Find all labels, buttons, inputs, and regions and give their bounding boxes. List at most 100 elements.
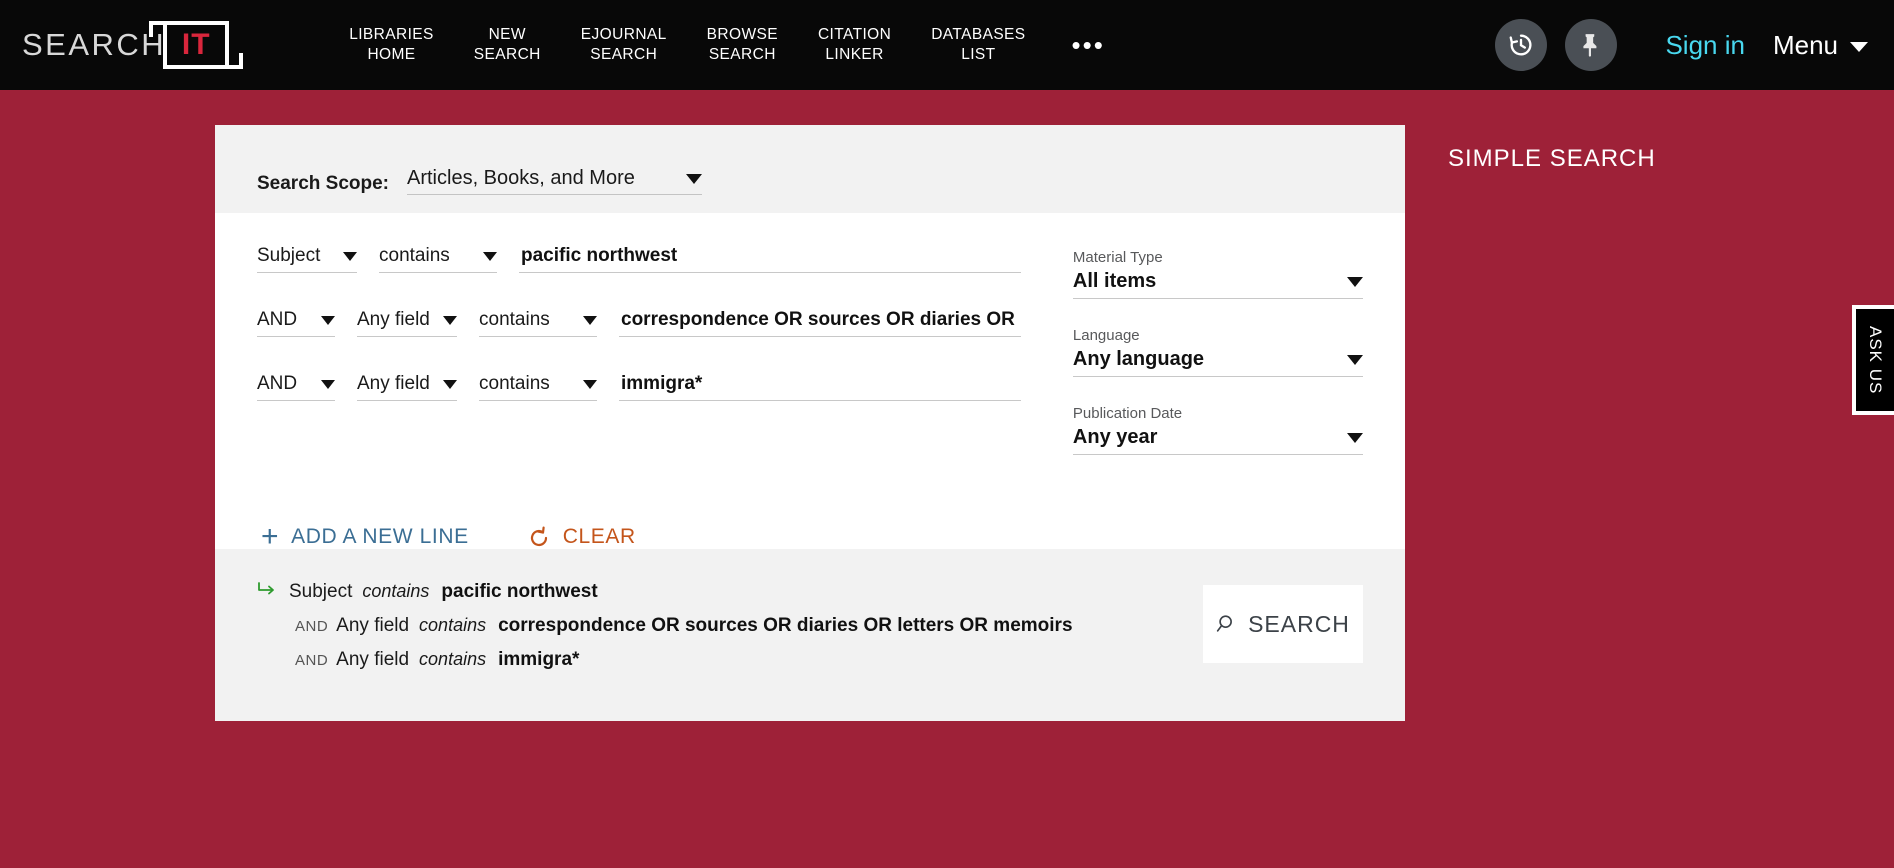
row3-field-select[interactable]: Any field <box>357 373 457 401</box>
facet-material-type-row: All items <box>1072 270 1363 299</box>
header-right-actions: Sign in Menu <box>1495 0 1894 90</box>
search-button-label: SEARCH <box>1248 610 1350 637</box>
row3-boolean-select[interactable]: AND <box>257 373 335 401</box>
logo-mark: IT <box>181 28 211 61</box>
search-row-2: AND Any field contains <box>257 309 1021 337</box>
search-row-1: Subject contains <box>257 245 1021 273</box>
row2-query-input[interactable] <box>619 309 1021 337</box>
main-nav: LIBRARIES HOME NEW SEARCH EJOURNAL SEARC… <box>329 0 1131 90</box>
facet-material-type[interactable]: Material Type All items <box>1072 249 1363 299</box>
plus-icon: + <box>261 520 280 553</box>
chevron-down-icon <box>1347 354 1363 365</box>
ask-us-label: ASK US <box>1866 325 1885 395</box>
facet-material-type-label: Material Type <box>1072 249 1163 266</box>
facet-publication-date-row: Any year <box>1072 426 1363 455</box>
chevron-down-icon <box>583 379 597 389</box>
logo-word: SEARCH <box>22 27 167 62</box>
simple-search-link[interactable]: SIMPLE SEARCH <box>1448 145 1656 173</box>
query-summary-line-3: AND Any field contains immigra* <box>257 649 1203 671</box>
clear-label: CLEAR <box>562 525 636 548</box>
summary-1-operator: contains <box>362 581 430 601</box>
row3-operator-select[interactable]: contains <box>479 373 597 401</box>
row3-field-value: Any field <box>357 373 430 394</box>
logo-bar-right <box>239 53 244 69</box>
row1-operator-select[interactable]: contains <box>379 245 497 273</box>
logo-mark-box: IT <box>149 21 244 69</box>
chevron-down-icon <box>443 379 457 389</box>
facet-publication-date-label: Publication Date <box>1072 405 1183 422</box>
search-actions: + ADD A NEW LINE CLEAR <box>215 520 1405 553</box>
row1-operator-value: contains <box>379 245 450 266</box>
chevron-down-icon <box>321 379 335 389</box>
search-scope-bar: Search Scope: Articles, Books, and More <box>215 125 1405 213</box>
row1-query-input[interactable] <box>519 245 1021 273</box>
magnifier-icon <box>1216 615 1233 632</box>
nav-item-databases-list[interactable]: DATABASES LIST <box>911 25 1045 65</box>
summary-2-boolean: AND <box>295 618 329 635</box>
query-summary-lines: Subject contains pacific northwest AND A… <box>257 579 1203 683</box>
chevron-down-icon <box>1850 42 1868 52</box>
facet-language-row: Any language <box>1072 348 1363 377</box>
nav-item-new-search[interactable]: NEW SEARCH <box>454 25 561 65</box>
summary-2-field: Any field <box>336 615 410 636</box>
row2-field-select[interactable]: Any field <box>357 309 457 337</box>
row2-operator-select[interactable]: contains <box>479 309 597 337</box>
row3-operator-value: contains <box>479 373 550 394</box>
undo-arrow-icon <box>527 525 551 549</box>
row3-query-input[interactable] <box>619 373 1021 401</box>
search-row-3: AND Any field contains <box>257 373 1021 401</box>
nav-item-libraries-home[interactable]: LIBRARIES HOME <box>329 25 454 65</box>
row2-boolean-select[interactable]: AND <box>257 309 335 337</box>
facet-language[interactable]: Language Any language <box>1072 327 1363 377</box>
chevron-down-icon <box>443 315 457 325</box>
facet-material-type-value: All items <box>1072 270 1157 292</box>
summary-3-field: Any field <box>336 649 410 670</box>
nav-item-ejournal-search[interactable]: EJOURNAL SEARCH <box>561 25 687 65</box>
summary-3-value: immigra* <box>498 649 580 670</box>
chevron-down-icon <box>686 173 702 184</box>
row2-field-value: Any field <box>357 309 430 330</box>
advanced-search-panel: Search Scope: Articles, Books, and More … <box>215 125 1405 721</box>
site-logo[interactable]: SEARCH IT <box>22 18 244 72</box>
top-header: SEARCH IT LIBRARIES HOME NEW SEARCH EJOU… <box>0 0 1894 90</box>
facet-language-label: Language <box>1072 327 1140 344</box>
search-rows: Subject contains AND Any fiel <box>257 245 1021 483</box>
add-a-new-line-label: ADD A NEW LINE <box>291 525 469 548</box>
chevron-down-icon <box>343 251 357 261</box>
chevron-down-icon <box>1347 432 1363 443</box>
query-summary-line-1: Subject contains pacific northwest <box>257 581 1203 603</box>
summary-2-operator: contains <box>419 615 487 635</box>
query-summary-line-2: AND Any field contains correspondence OR… <box>257 615 1203 637</box>
menu-button[interactable]: Menu <box>1773 30 1868 61</box>
summary-3-operator: contains <box>419 649 487 669</box>
chevron-down-icon <box>1347 276 1363 287</box>
history-clock-icon <box>1510 34 1532 56</box>
add-a-new-line-button[interactable]: + ADD A NEW LINE <box>261 520 469 553</box>
search-criteria-area: Subject contains AND Any fiel <box>215 213 1405 523</box>
summary-1-field: Subject <box>289 581 353 602</box>
facet-filters: Material Type All items Language Any lan… <box>1072 245 1363 483</box>
ask-us-tab[interactable]: ASK US <box>1852 305 1894 415</box>
chevron-down-icon <box>583 315 597 325</box>
facet-publication-date-value: Any year <box>1072 426 1158 448</box>
row1-field-value: Subject <box>257 245 321 266</box>
clear-button[interactable]: CLEAR <box>527 525 636 549</box>
nav-item-citation-linker[interactable]: CITATION LINKER <box>798 25 911 65</box>
search-button[interactable]: SEARCH <box>1203 585 1363 663</box>
sign-in-link[interactable]: Sign in <box>1665 30 1745 61</box>
nav-item-browse-search[interactable]: BROWSE SEARCH <box>687 25 798 65</box>
row2-boolean-value: AND <box>257 309 298 330</box>
menu-label: Menu <box>1772 29 1838 60</box>
search-history-button[interactable] <box>1495 19 1548 71</box>
summary-1-value: pacific northwest <box>441 581 598 602</box>
pinned-items-button[interactable] <box>1565 19 1618 71</box>
pin-icon <box>1583 34 1597 57</box>
query-summary: Subject contains pacific northwest AND A… <box>215 549 1405 721</box>
chevron-down-icon <box>321 315 335 325</box>
search-scope-select[interactable]: Articles, Books, and More <box>407 167 702 195</box>
nav-overflow-button[interactable]: ••• <box>1046 32 1131 58</box>
facet-publication-date[interactable]: Publication Date Any year <box>1072 405 1363 455</box>
summary-3-boolean: AND <box>295 652 329 669</box>
row1-field-select[interactable]: Subject <box>257 245 357 273</box>
summary-2-value: correspondence OR sources OR diaries OR … <box>498 615 1073 636</box>
